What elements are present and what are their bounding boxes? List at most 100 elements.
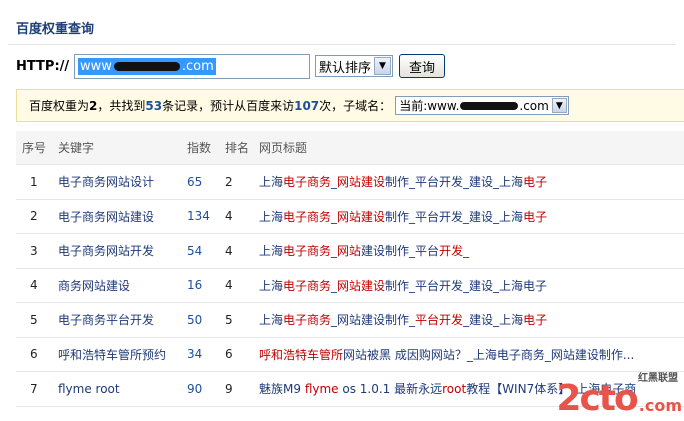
page-title: 百度权重查询: [16, 22, 95, 37]
row-page-title-link[interactable]: 魅族M9 flyme os 1.0.1 最新永远root教程【WIN7体系】_上…: [259, 380, 684, 397]
row-index-value: 90: [187, 381, 203, 396]
title-segment: 上海: [259, 278, 284, 293]
row-index-value: 16: [187, 278, 203, 293]
table-header: 序号 关键字 指数 排名 网页标题: [16, 131, 684, 165]
row-index: 6: [30, 347, 38, 362]
url-input[interactable]: www .com: [74, 53, 310, 79]
redaction-mark: [113, 61, 180, 71]
subdomain-select[interactable]: 当前:www. .com ▼: [395, 96, 569, 115]
row-keyword-link[interactable]: 电子商务网站开发: [58, 242, 187, 259]
keyword-table: 序号 关键字 指数 排名 网页标题 1 电子商务网站设计 65 2 上海电子商务_网站建…: [16, 131, 684, 407]
header-index-value: 指数: [187, 141, 212, 155]
subdomain-prefix: 当前:www.: [399, 99, 460, 113]
row-rank: 5: [225, 312, 233, 327]
subdomain-select-value: 当前:www. .com: [396, 97, 552, 114]
title-segment: flyme: [304, 382, 339, 397]
summary-weight: 2: [89, 98, 98, 113]
summary-text-3: 条记录，预计从百度来访: [162, 99, 295, 113]
title-segment: 电子: [523, 313, 548, 328]
header-keyword: 关键字: [58, 141, 95, 155]
title-segment: 制作_平台开发_建设_上海: [385, 175, 524, 190]
row-index: 1: [30, 174, 38, 189]
row-index: 3: [30, 243, 38, 258]
query-button[interactable]: 查询: [399, 54, 446, 78]
row-page-title-link[interactable]: 上海电子商务_网站建设制作_平台开发_建设_上海电子: [259, 277, 684, 294]
row-page-title-link[interactable]: 呼和浩特车管所网站被黑 成因购网站？_上海电子商务_网站建设制作...: [259, 346, 684, 363]
title-segment: 呼和浩特车管所: [259, 347, 344, 362]
title-segment: 教程【WIN7体系】_上海电子商: [466, 382, 637, 397]
summary-text-4: 次，子域名：: [319, 99, 392, 113]
row-keyword-link[interactable]: 呼和浩特车管所预约: [58, 346, 187, 363]
title-segment: 制作_平台开发_建设_上海: [385, 209, 524, 224]
title-segment: 制作_平台开发_建设_上海电子: [385, 278, 548, 293]
row-page-title-link[interactable]: 上海电子商务_网站建设制作_平台开发_建设_上海电子: [259, 208, 684, 225]
title-segment: 开发: [439, 244, 464, 259]
row-rank: 4: [225, 209, 233, 224]
header-rank: 排名: [225, 141, 250, 155]
row-rank: 4: [225, 278, 233, 293]
header-index: 序号: [22, 141, 47, 155]
title-segment: 平台开发: [415, 313, 464, 328]
row-rank: 2: [225, 174, 233, 189]
row-keyword-link[interactable]: 商务网站建设: [58, 277, 187, 294]
row-keyword-link[interactable]: 电子商务平台开发: [58, 311, 187, 328]
row-keyword-link[interactable]: flyme root: [58, 382, 187, 396]
title-segment: 网站建设: [337, 278, 386, 293]
row-keyword-link[interactable]: 电子商务网站建设: [58, 208, 187, 225]
row-index: 7: [30, 381, 38, 396]
header-page-title: 网页标题: [259, 141, 308, 155]
redaction-mark: [460, 101, 519, 110]
title-segment: 网站被黑 成因购网站？_上海电子商务_网站建设制作...: [343, 347, 635, 362]
row-rank: 4: [225, 243, 233, 258]
url-suffix: .com: [181, 58, 214, 74]
sort-select[interactable]: 默认排序 ▼: [315, 55, 394, 77]
title-segment: 上海: [259, 209, 284, 224]
row-index-value: 50: [187, 312, 203, 327]
title-segment: 网站建设: [337, 209, 386, 224]
title-segment: 网站建设: [337, 175, 386, 190]
title-segment: 上海: [259, 244, 284, 259]
title-segment: 电子商务: [283, 313, 332, 328]
title-segment: 上海: [259, 175, 284, 190]
title-segment: _: [463, 244, 470, 259]
table-row: 4 商务网站建设 16 4 上海电子商务_网站建设制作_平台开发_建设_上海电子: [16, 269, 684, 303]
row-page-title-link[interactable]: 上海电子商务_网站建设制作_平台开发_: [259, 242, 684, 259]
title-segment: 网站: [337, 244, 362, 259]
row-index-value: 134: [187, 209, 210, 224]
title-segment: _建设_上海: [463, 313, 524, 328]
http-label: HTTP://: [16, 58, 70, 74]
title-segment: 电子商务: [283, 244, 332, 259]
title-segment: root: [442, 382, 467, 397]
row-index-value: 34: [187, 347, 203, 362]
title-segment: 魅族M9: [259, 382, 305, 397]
table-row: 5 电子商务平台开发 50 5 上海电子商务_网站建设制作_平台开发_建设_上海电子: [16, 303, 684, 338]
row-index-value: 65: [187, 174, 203, 189]
title-segment: _网站建设制作_: [331, 313, 416, 328]
row-page-title-link[interactable]: 上海电子商务_网站建设制作_平台开发_建设_上海电子: [259, 311, 684, 328]
table-row: 3 电子商务网站开发 54 4 上海电子商务_网站建设制作_平台开发_: [16, 234, 684, 269]
summary-bar: 百度权重为 2 ，共找到 53 条记录，预计从百度来访 107 次，子域名： 当…: [16, 89, 684, 122]
query-form: HTTP:// www .com 默认排序 ▼ 查询: [16, 52, 446, 80]
header-divider: [8, 44, 676, 45]
row-index: 5: [30, 312, 38, 327]
row-index: 2: [30, 209, 38, 224]
table-row: 7 flyme root 90 9 魅族M9 flyme os 1.0.1 最新永远ro…: [16, 372, 684, 407]
row-index-value: 54: [187, 243, 203, 258]
chevron-down-icon[interactable]: ▼: [374, 57, 392, 75]
table-row: 1 电子商务网站设计 65 2 上海电子商务_网站建设制作_平台开发_建设_上海电子: [16, 165, 684, 200]
title-segment: 电子: [523, 209, 548, 224]
row-page-title-link[interactable]: 上海电子商务_网站建设制作_平台开发_建设_上海电子: [259, 173, 684, 190]
summary-text-2: ，共找到: [97, 99, 146, 113]
title-segment: os 1.0.1 最新永远: [338, 382, 443, 397]
sort-select-value: 默认排序: [319, 60, 372, 76]
table-row: 6 呼和浩特车管所预约 34 6 呼和浩特车管所网站被黑 成因购网站？_上海电子商务_网…: [16, 338, 684, 372]
chevron-down-icon[interactable]: ▼: [551, 98, 567, 113]
url-prefix: www: [80, 58, 112, 74]
title-segment: 电子商务: [283, 209, 332, 224]
row-rank: 9: [225, 381, 233, 396]
row-keyword-link[interactable]: 电子商务网站设计: [58, 173, 187, 190]
summary-visits: 107: [294, 98, 320, 113]
row-index: 4: [30, 278, 38, 293]
title-segment: 电子商务: [283, 278, 332, 293]
summary-records: 53: [145, 98, 163, 113]
